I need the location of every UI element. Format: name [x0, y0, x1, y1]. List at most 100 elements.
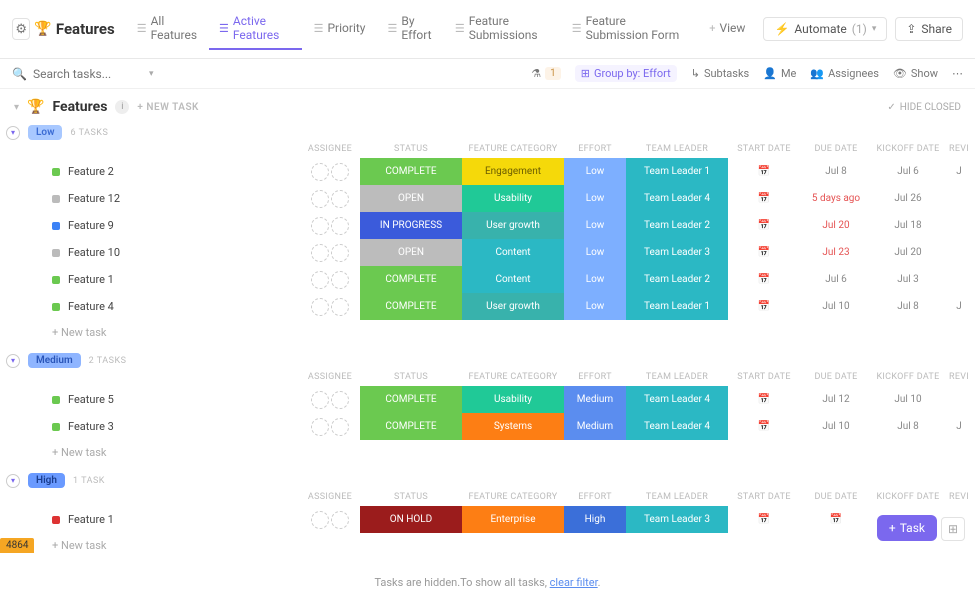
column-header[interactable]: FEATURE CATEGORY — [462, 372, 564, 382]
show-button[interactable]: 👁Show — [893, 67, 938, 80]
column-header[interactable]: EFFORT — [564, 144, 626, 154]
task-name[interactable]: Feature 10 — [0, 246, 300, 259]
kickoff-date-cell[interactable]: Jul 18 — [872, 220, 944, 231]
status-cell[interactable]: OPEN — [360, 239, 462, 266]
view-tab[interactable]: ☰Feature Submission Form — [562, 8, 696, 50]
new-task-header-button[interactable]: + NEW TASK — [137, 102, 199, 113]
collapse-icon[interactable]: ▾ — [14, 102, 19, 113]
view-tab[interactable]: ☰Active Features — [209, 8, 302, 50]
due-date-cell[interactable]: 5 days ago — [800, 193, 872, 204]
leader-cell[interactable]: Team Leader 4 — [626, 413, 728, 440]
due-date-cell[interactable]: 📅 — [800, 514, 872, 525]
task-name[interactable]: Feature 2 — [0, 165, 300, 178]
column-header[interactable]: START DATE — [728, 372, 800, 382]
category-cell[interactable]: Enterprise — [462, 506, 564, 533]
category-cell[interactable]: Content — [462, 239, 564, 266]
column-header[interactable]: START DATE — [728, 492, 800, 502]
column-header[interactable]: TEAM LEADER — [626, 492, 728, 502]
task-row[interactable]: Feature 5 COMPLETE Usability Medium Team… — [0, 386, 975, 413]
kickoff-date-cell[interactable]: Jul 6 — [872, 166, 944, 177]
automate-button[interactable]: ⚡ Automate (1) ▾ — [763, 17, 887, 41]
effort-pill[interactable]: High — [28, 473, 65, 488]
column-header[interactable]: STATUS — [360, 372, 462, 382]
start-date-cell[interactable]: 📅 — [728, 421, 800, 432]
leader-cell[interactable]: Team Leader 2 — [626, 266, 728, 293]
effort-cell[interactable]: Low — [564, 266, 626, 293]
leader-cell[interactable]: Team Leader 1 — [626, 158, 728, 185]
start-date-cell[interactable]: 📅 — [728, 394, 800, 405]
leader-cell[interactable]: Team Leader 3 — [626, 506, 728, 533]
task-row[interactable]: Feature 9 IN PROGRESS User growth Low Te… — [0, 212, 975, 239]
status-cell[interactable]: COMPLETE — [360, 413, 462, 440]
status-cell[interactable]: COMPLETE — [360, 266, 462, 293]
column-header[interactable]: TEAM LEADER — [626, 372, 728, 382]
category-cell[interactable]: User growth — [462, 212, 564, 239]
assignee-cell[interactable] — [300, 217, 360, 235]
effort-pill[interactable]: Low — [28, 125, 62, 140]
new-task-fab[interactable]: +Task — [877, 515, 937, 541]
effort-cell[interactable]: Medium — [564, 413, 626, 440]
collapse-group-icon[interactable]: ▾ — [6, 354, 20, 368]
task-name[interactable]: Feature 1 — [0, 513, 300, 526]
revi-cell[interactable]: J — [944, 421, 974, 432]
kickoff-date-cell[interactable]: Jul 20 — [872, 247, 944, 258]
column-header[interactable]: STATUS — [360, 492, 462, 502]
column-header[interactable]: DUE DATE — [800, 372, 872, 382]
status-cell[interactable]: COMPLETE — [360, 293, 462, 320]
category-cell[interactable]: Content — [462, 266, 564, 293]
kickoff-date-cell[interactable]: Jul 26 — [872, 193, 944, 204]
status-cell[interactable]: COMPLETE — [360, 386, 462, 413]
column-header[interactable]: FEATURE CATEGORY — [462, 492, 564, 502]
column-header[interactable]: ASSIGNEE — [300, 492, 360, 502]
task-name[interactable]: Feature 5 — [0, 393, 300, 406]
status-cell[interactable]: OPEN — [360, 185, 462, 212]
assignee-cell[interactable] — [300, 418, 360, 436]
kickoff-date-cell[interactable]: Jul 3 — [872, 274, 944, 285]
effort-cell[interactable]: Low — [564, 158, 626, 185]
search-input[interactable] — [33, 67, 143, 81]
task-name[interactable]: Feature 12 — [0, 192, 300, 205]
more-button[interactable]: ⋯ — [952, 67, 963, 80]
assignee-cell[interactable] — [300, 163, 360, 181]
task-row[interactable]: Feature 1 ON HOLD Enterprise High Team L… — [0, 506, 975, 533]
new-task-row-button[interactable]: + New task — [0, 320, 975, 345]
start-date-cell[interactable]: 📅 — [728, 193, 800, 204]
due-date-cell[interactable]: Jul 12 — [800, 394, 872, 405]
new-task-row-button[interactable]: + New task — [0, 440, 975, 465]
effort-cell[interactable]: High — [564, 506, 626, 533]
new-task-row-button[interactable]: + New task — [0, 533, 975, 558]
category-cell[interactable]: Engagement — [462, 158, 564, 185]
column-header[interactable]: REVI — [944, 372, 974, 382]
due-date-cell[interactable]: Jul 10 — [800, 421, 872, 432]
kickoff-date-cell[interactable]: Jul 10 — [872, 394, 944, 405]
column-header[interactable]: DUE DATE — [800, 144, 872, 154]
me-button[interactable]: 👤Me — [763, 67, 796, 80]
start-date-cell[interactable]: 📅 — [728, 220, 800, 231]
category-cell[interactable]: Usability — [462, 185, 564, 212]
column-header[interactable]: REVI — [944, 492, 974, 502]
leader-cell[interactable]: Team Leader 4 — [626, 386, 728, 413]
due-date-cell[interactable]: Jul 8 — [800, 166, 872, 177]
column-header[interactable]: STATUS — [360, 144, 462, 154]
column-header[interactable]: TEAM LEADER — [626, 144, 728, 154]
effort-cell[interactable]: Low — [564, 212, 626, 239]
category-cell[interactable]: Systems — [462, 413, 564, 440]
kickoff-date-cell[interactable]: Jul 8 — [872, 301, 944, 312]
column-header[interactable]: ASSIGNEE — [300, 372, 360, 382]
kickoff-date-cell[interactable]: Jul 8 — [872, 421, 944, 432]
assignee-cell[interactable] — [300, 298, 360, 316]
view-tab[interactable]: ☰By Effort — [377, 8, 442, 50]
column-header[interactable]: START DATE — [728, 144, 800, 154]
effort-cell[interactable]: Medium — [564, 386, 626, 413]
chevron-down-icon[interactable]: ▾ — [149, 69, 154, 79]
assignee-cell[interactable] — [300, 271, 360, 289]
category-cell[interactable]: Usability — [462, 386, 564, 413]
view-tab[interactable]: ☰Feature Submissions — [445, 8, 560, 50]
task-row[interactable]: Feature 10 OPEN Content Low Team Leader … — [0, 239, 975, 266]
due-date-cell[interactable]: Jul 6 — [800, 274, 872, 285]
leader-cell[interactable]: Team Leader 3 — [626, 239, 728, 266]
status-cell[interactable]: IN PROGRESS — [360, 212, 462, 239]
info-icon[interactable]: i — [115, 100, 129, 114]
view-tab[interactable]: ☰Priority — [304, 8, 376, 50]
clear-filter-link[interactable]: clear filter — [550, 576, 598, 589]
